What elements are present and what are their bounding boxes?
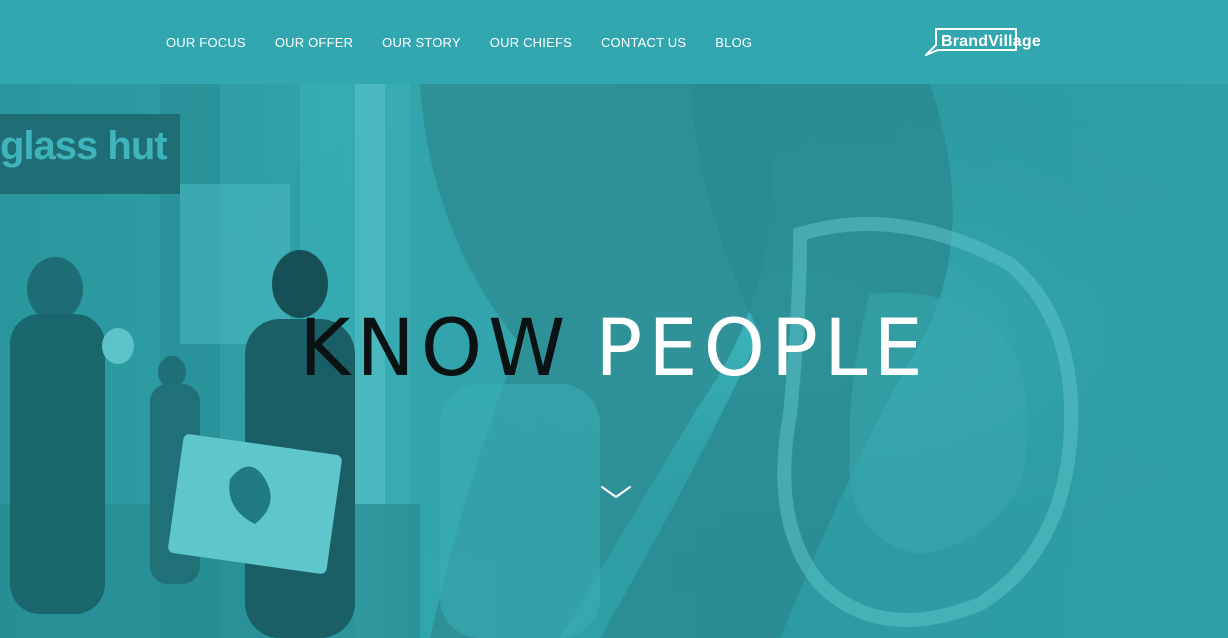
nav-our-offer[interactable]: OUR OFFER: [275, 36, 353, 49]
headline-know: KNOW: [299, 304, 572, 394]
nav-blog[interactable]: BLOG: [715, 36, 752, 49]
hero-section: glass hut KNOW PEOPLE: [0, 84, 1228, 638]
nav-our-chiefs[interactable]: OUR CHIEFS: [490, 36, 572, 49]
brand-name: BrandVillage: [941, 33, 1041, 50]
nav-our-story[interactable]: OUR STORY: [382, 36, 461, 49]
site-header: OUR FOCUS OUR OFFER OUR STORY OUR CHIEFS…: [0, 0, 1228, 84]
nav-contact-us[interactable]: CONTACT US: [601, 36, 686, 49]
brand-logo[interactable]: BrandVillage: [924, 27, 1041, 57]
headline-people: PEOPLE: [595, 304, 929, 394]
hero-headline: KNOW PEOPLE: [0, 310, 1228, 388]
page: OUR FOCUS OUR OFFER OUR STORY OUR CHIEFS…: [0, 0, 1228, 638]
main-nav: OUR FOCUS OUR OFFER OUR STORY OUR CHIEFS…: [166, 0, 781, 84]
nav-our-focus[interactable]: OUR FOCUS: [166, 36, 246, 49]
shop-sign-text: glass hut: [0, 124, 168, 168]
chevron-down-icon[interactable]: [600, 484, 632, 500]
